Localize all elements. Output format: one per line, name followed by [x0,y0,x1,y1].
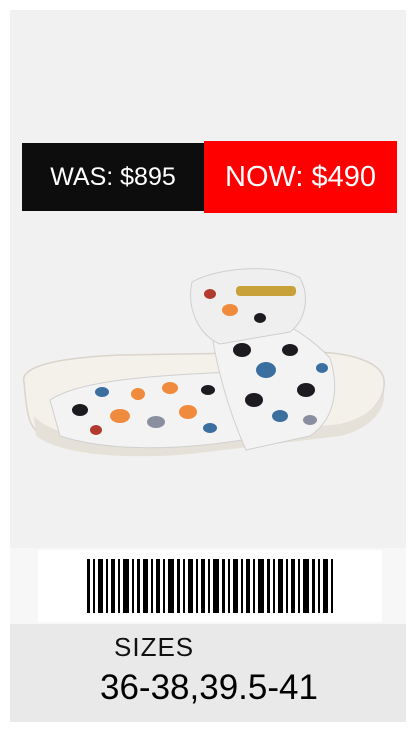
product-card[interactable]: WAS: $895 NOW: $490 SIZES 36-38,39.5-41 [10,10,406,722]
sandal-knot [190,268,306,345]
now-price: NOW: $490 [204,141,397,213]
product-image[interactable] [10,240,406,550]
barcode-strip [10,548,406,624]
price-banner: WAS: $895 NOW: $490 [22,137,397,215]
sizes-label: SIZES [114,632,195,662]
buckle-icon [236,286,296,296]
sizes-value: 36-38,39.5-41 [100,668,318,707]
barcode-icon [87,559,333,613]
sizes-panel: SIZES 36-38,39.5-41 [10,624,406,722]
barcode-box [38,550,382,622]
was-price: WAS: $895 [22,143,204,211]
